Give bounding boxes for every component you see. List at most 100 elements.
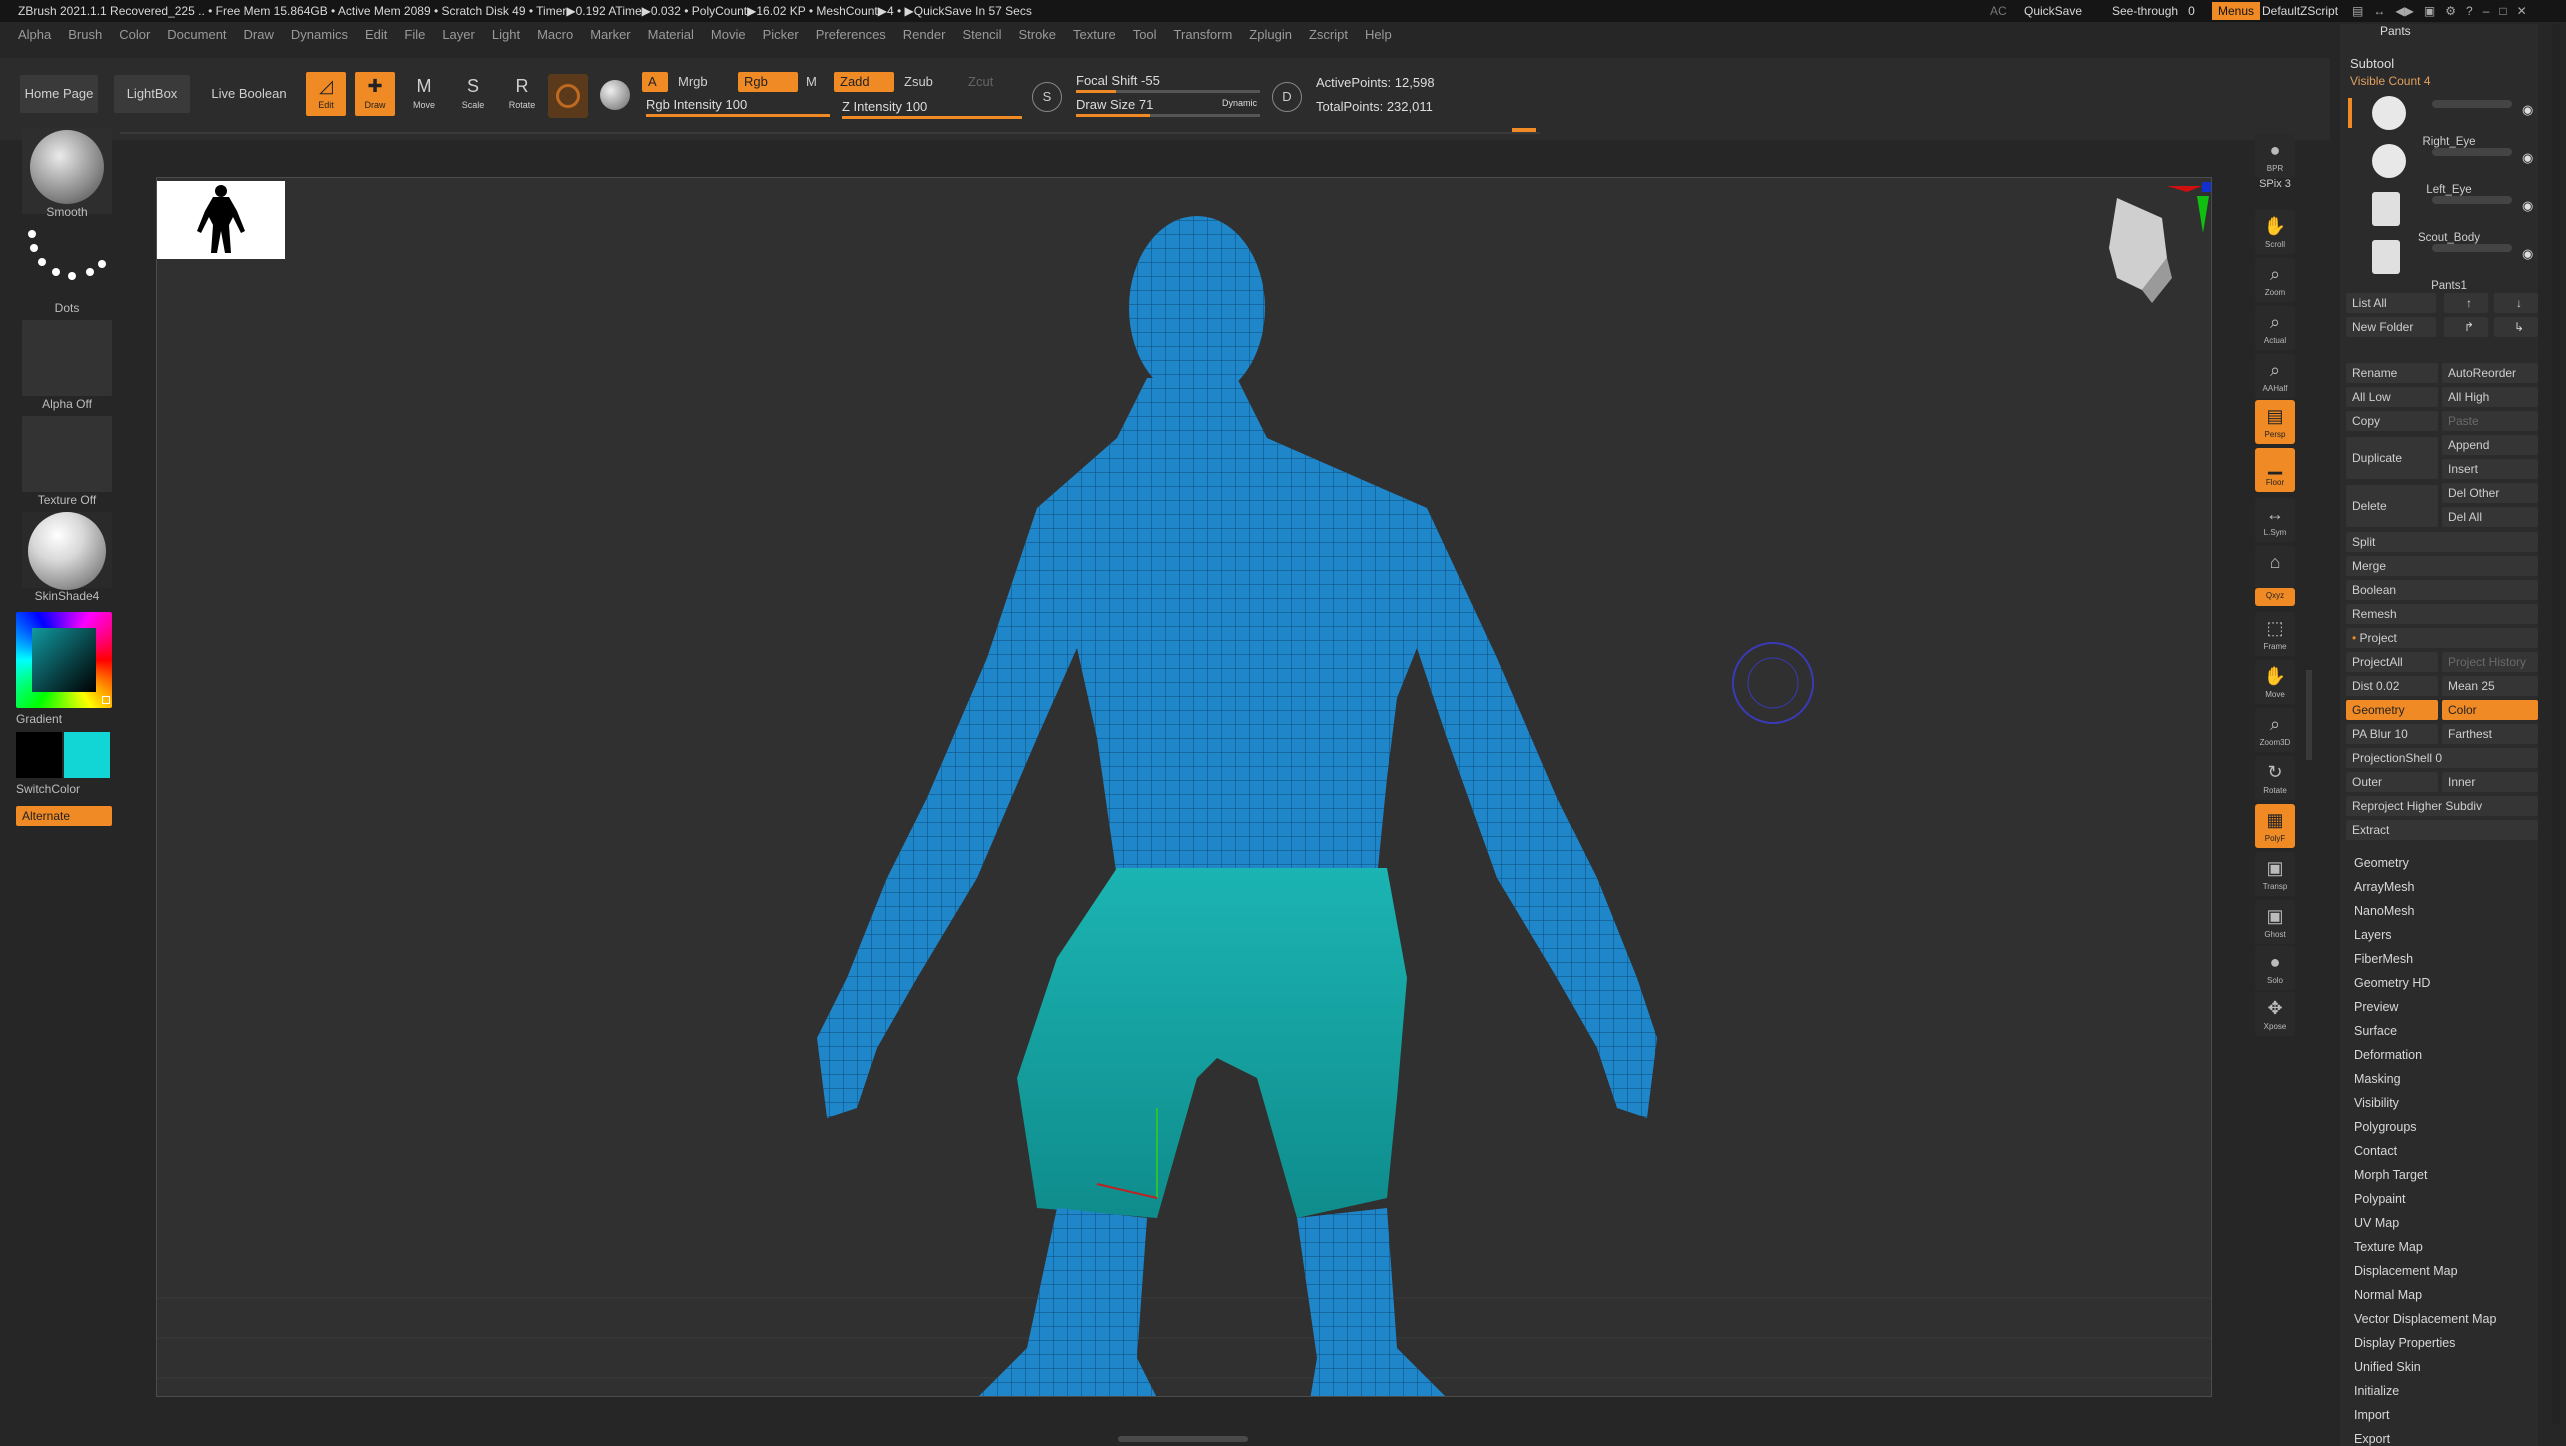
projection-shell-slider[interactable]: ProjectionShell 0 — [2346, 748, 2538, 768]
spix-control[interactable]: SPix 3 — [2255, 178, 2295, 194]
pin-button[interactable]: ⌂ — [2255, 546, 2295, 590]
menu-layer[interactable]: Layer — [442, 27, 475, 42]
delete-button[interactable]: Delete — [2346, 485, 2438, 527]
project-all-button[interactable]: ProjectAll — [2346, 652, 2438, 672]
menu-zscript[interactable]: Zscript — [1309, 27, 1348, 42]
rename-button[interactable]: Rename — [2346, 363, 2438, 383]
see-through-slider[interactable]: See-through 0 — [2106, 2, 2201, 20]
focal-shift-slider[interactable]: Focal Shift -55 — [1076, 72, 1160, 90]
home-page-button[interactable]: Home Page — [20, 75, 98, 113]
tool-draw-button[interactable]: ✚ Draw — [355, 72, 395, 116]
alpha-thumbnail[interactable] — [22, 320, 112, 396]
menu-light[interactable]: Light — [492, 27, 520, 42]
move-up-button[interactable]: ↑ — [2444, 293, 2488, 313]
d-circle-icon[interactable]: D — [1272, 82, 1302, 112]
xpose-button[interactable]: ✥ Xpose — [2255, 992, 2295, 1036]
subtool-item[interactable]: ◉ Left_Eye — [2358, 140, 2540, 196]
character-mesh[interactable] — [817, 216, 1657, 1397]
menu-draw[interactable]: Draw — [244, 27, 274, 42]
section-displacement-map[interactable]: Displacement Map — [2354, 1264, 2458, 1278]
menu-stroke[interactable]: Stroke — [1018, 27, 1056, 42]
section-preview[interactable]: Preview — [2354, 1000, 2398, 1014]
menu-help[interactable]: Help — [1365, 27, 1392, 42]
subtool-toggles[interactable] — [2432, 148, 2512, 156]
frame-button[interactable]: ⬚ Frame — [2255, 612, 2295, 656]
eye-icon[interactable]: ◉ — [2522, 198, 2533, 214]
material-swatch-button[interactable] — [548, 74, 588, 118]
append-button[interactable]: Append — [2442, 435, 2538, 455]
subtool-title[interactable]: Subtool — [2350, 56, 2394, 71]
rgb-intensity-slider[interactable]: Rgb Intensity 100 — [646, 96, 747, 114]
right-collapse-handle[interactable] — [2306, 670, 2312, 760]
split-button[interactable]: Split — [2346, 532, 2538, 552]
section-initialize[interactable]: Initialize — [2354, 1384, 2399, 1398]
section-geometry[interactable]: Geometry — [2354, 856, 2409, 870]
all-high-button[interactable]: All High — [2442, 387, 2538, 407]
switch-color-button[interactable]: SwitchColor — [16, 782, 112, 796]
subtool-toggles[interactable] — [2432, 196, 2512, 204]
visible-count[interactable]: Visible Count 4 — [2350, 70, 2431, 92]
menu-brush[interactable]: Brush — [68, 27, 102, 42]
tool-edit-button[interactable]: ◿ Edit — [306, 72, 346, 116]
subtool-item[interactable]: ◉ Right_Eye — [2348, 92, 2540, 148]
dynamic-toggle[interactable]: Dynamic — [1222, 98, 1257, 108]
menu-preferences[interactable]: Preferences — [816, 27, 886, 42]
polyf-button[interactable]: ▦ PolyF — [2255, 804, 2295, 848]
nav-icon[interactable]: ◀▶ — [2395, 4, 2413, 18]
section-contact[interactable]: Contact — [2354, 1144, 2397, 1158]
boolean-button[interactable]: Boolean — [2346, 580, 2538, 600]
transp-button[interactable]: ▣ Transp — [2255, 852, 2295, 896]
persp-button[interactable]: ▤ Persp — [2255, 400, 2295, 444]
menu-transform[interactable]: Transform — [1174, 27, 1233, 42]
section-uv-map[interactable]: UV Map — [2354, 1216, 2399, 1230]
rotate-button[interactable]: ↻ Rotate — [2255, 756, 2295, 800]
stroke-thumbnail[interactable] — [22, 224, 112, 310]
layout-icon[interactable]: ▤ — [2352, 4, 2363, 18]
section-layers[interactable]: Layers — [2354, 928, 2392, 942]
section-morph-target[interactable]: Morph Target — [2354, 1168, 2427, 1182]
duplicate-button[interactable]: Duplicate — [2346, 437, 2438, 479]
ghost-button[interactable]: ▣ Ghost — [2255, 900, 2295, 944]
zcut-toggle[interactable]: Zcut — [962, 72, 1012, 92]
qxyz-button[interactable]: Qxyz — [2255, 588, 2295, 606]
lightbox-button[interactable]: LightBox — [114, 75, 190, 113]
section-display-properties[interactable]: Display Properties — [2354, 1336, 2455, 1350]
subtool-toggles[interactable] — [2432, 100, 2512, 108]
color-toggle[interactable]: Color — [2442, 700, 2538, 720]
folder-icon[interactable]: ↱ — [2444, 317, 2488, 337]
move-button[interactable]: ✋ Move — [2255, 660, 2295, 704]
all-low-button[interactable]: All Low — [2346, 387, 2438, 407]
folder-out-icon[interactable]: ↳ — [2494, 317, 2538, 337]
menu-edit[interactable]: Edit — [365, 27, 387, 42]
focal-shift-track[interactable] — [1076, 90, 1260, 93]
subtool-item[interactable]: ◉ Scout_Body — [2358, 188, 2540, 244]
zadd-toggle[interactable]: Zadd — [834, 72, 894, 92]
farthest-button[interactable]: Farthest — [2442, 724, 2538, 744]
section-polygroups[interactable]: Polygroups — [2354, 1120, 2417, 1134]
merge-button[interactable]: Merge — [2346, 556, 2538, 576]
inner-button[interactable]: Inner — [2442, 772, 2538, 792]
section-arraymesh[interactable]: ArrayMesh — [2354, 880, 2414, 894]
alternate-button[interactable]: Alternate — [16, 806, 112, 826]
insert-button[interactable]: Insert — [2442, 459, 2538, 479]
copy-button[interactable]: Copy — [2346, 411, 2438, 431]
a-toggle[interactable]: A — [642, 72, 668, 92]
autoreorder-button[interactable]: AutoReorder — [2442, 363, 2538, 383]
geometry-toggle[interactable]: Geometry — [2346, 700, 2438, 720]
eye-icon[interactable]: ◉ — [2522, 150, 2533, 166]
menu-tool[interactable]: Tool — [1133, 27, 1157, 42]
eye-icon[interactable]: ◉ — [2522, 246, 2533, 262]
section-unified-skin[interactable]: Unified Skin — [2354, 1360, 2421, 1374]
new-folder-button[interactable]: New Folder — [2346, 317, 2436, 337]
z-intensity-slider[interactable]: Z Intensity 100 — [842, 98, 927, 116]
material-thumbnail[interactable] — [22, 512, 112, 590]
bottom-scroll-handle[interactable] — [1118, 1436, 1248, 1442]
color-picker[interactable] — [16, 612, 112, 708]
pa-blur-slider[interactable]: PA Blur 10 — [2346, 724, 2438, 744]
menu-dynamics[interactable]: Dynamics — [291, 27, 348, 42]
zoom-button[interactable]: ⌕ Zoom — [2255, 258, 2295, 302]
navigation-head-icon[interactable] — [2109, 198, 2172, 303]
zsub-toggle[interactable]: Zsub — [898, 72, 958, 92]
menus-button[interactable]: Menus — [2212, 2, 2261, 20]
help-icon[interactable]: ? — [2466, 4, 2473, 18]
